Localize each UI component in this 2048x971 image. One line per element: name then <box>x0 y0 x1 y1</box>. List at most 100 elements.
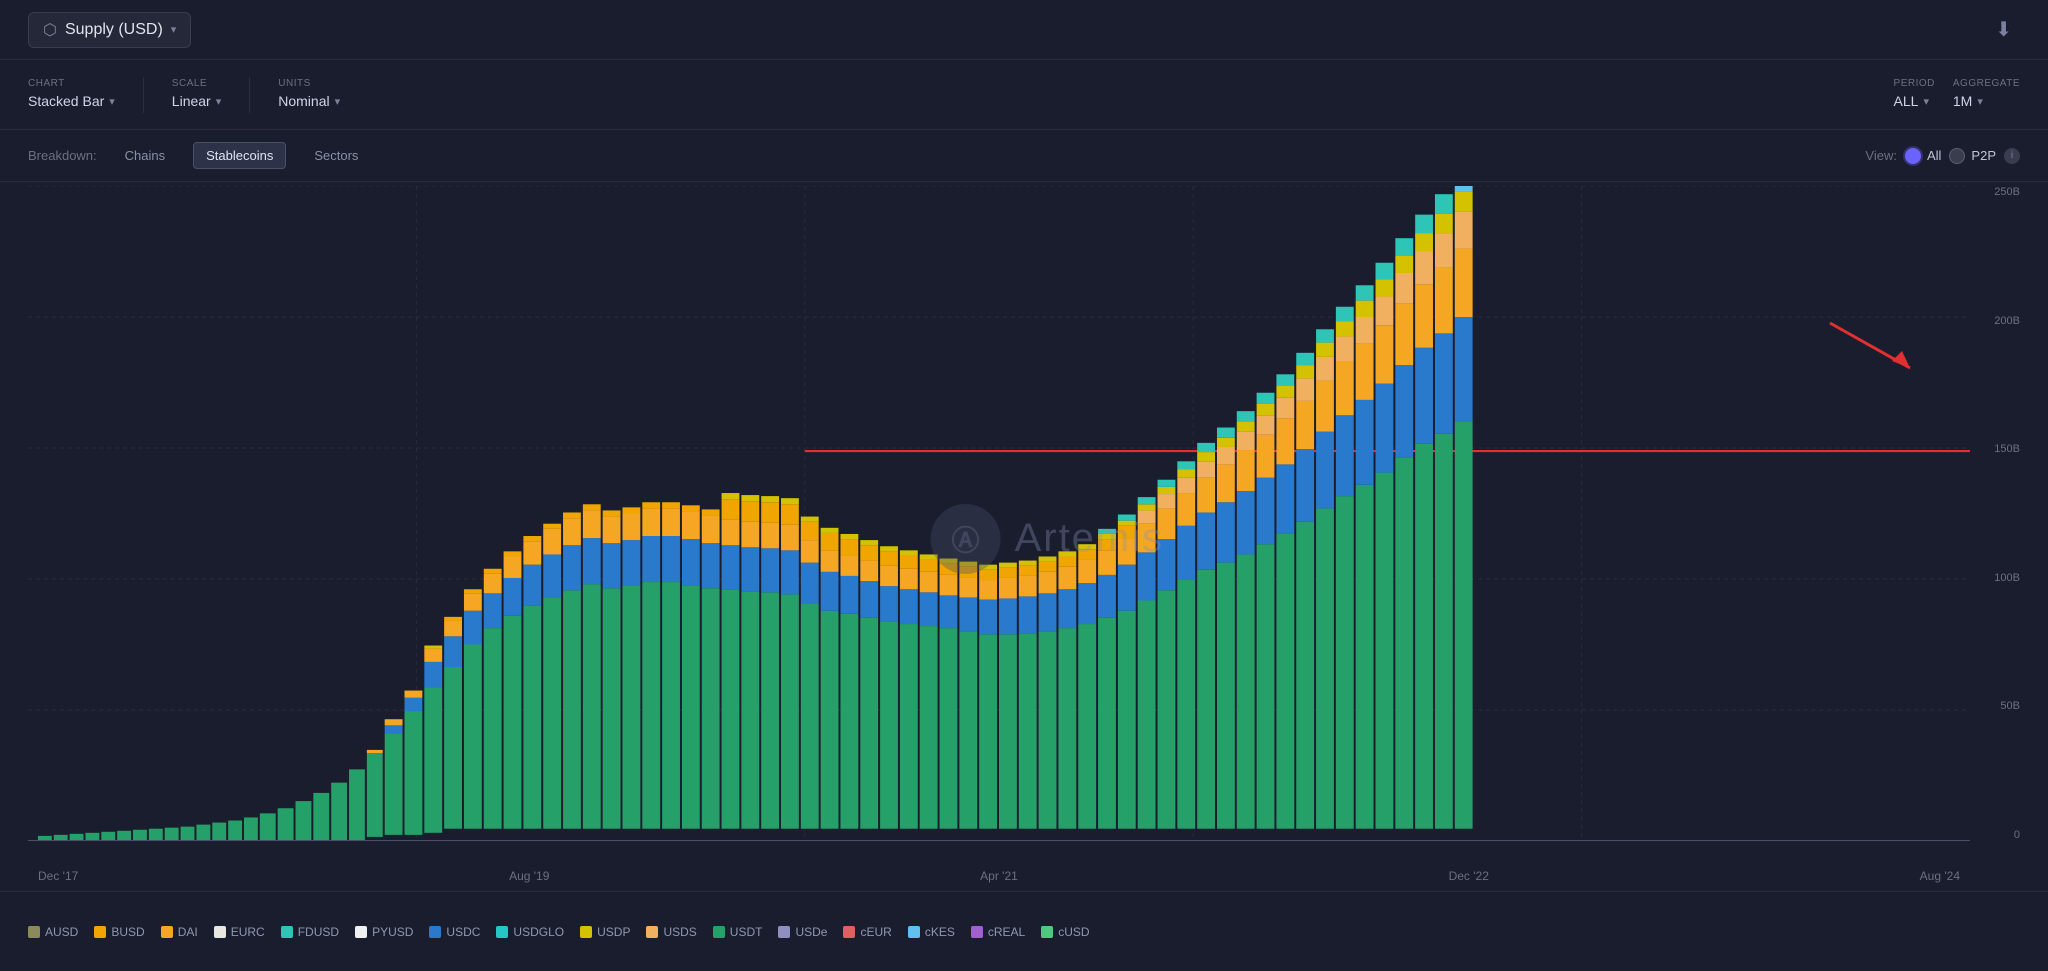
legend-bar: AUSD BUSD DAI EURC FDUSD PYUSD USDC USDG… <box>0 891 2048 971</box>
period-label: PERIOD <box>1894 78 1935 89</box>
view-section: View: All P2P i <box>1865 148 2020 164</box>
scale-control: SCALE Linear ▾ <box>172 78 221 111</box>
legend-dot-usdglo <box>496 926 508 938</box>
legend-item-pyusd: PYUSD <box>355 925 413 939</box>
left-controls: CHART Stacked Bar ▾ SCALE Linear ▾ UNITS… <box>28 77 340 113</box>
legend-label-cusd: cUSD <box>1058 925 1089 939</box>
right-controls: PERIOD ALL ▾ AGGREGATE 1M ▾ <box>1894 78 2020 111</box>
legend-label-pyusd: PYUSD <box>372 925 413 939</box>
legend-dot-busd <box>94 926 106 938</box>
chart-area: Ⓐ Artemis <box>0 186 2048 891</box>
units-label: UNITS <box>278 78 340 89</box>
x-axis: Dec '17 Aug '19 Apr '21 Dec '22 Aug '24 <box>28 869 1970 883</box>
view-label: View: <box>1865 148 1897 163</box>
legend-item-fdusd: FDUSD <box>281 925 339 939</box>
legend-item-dai: DAI <box>161 925 198 939</box>
legend-label-fdusd: FDUSD <box>298 925 339 939</box>
breakdown-left: Breakdown: Chains Stablecoins Sectors <box>28 142 370 169</box>
scale-select-button[interactable]: Linear ▾ <box>172 91 221 111</box>
legend-item-ckes: cKES <box>908 925 955 939</box>
chart-inner <box>28 186 1970 841</box>
legend-dot-eurc <box>214 926 226 938</box>
view-all-radio-dot <box>1905 148 1921 164</box>
x-label-dec22: Dec '22 <box>1449 869 1489 883</box>
legend-item-ceur: cEUR <box>843 925 891 939</box>
legend-label-eurc: EURC <box>231 925 265 939</box>
divider-1 <box>143 77 144 113</box>
aggregate-select-button[interactable]: 1M ▾ <box>1953 91 2020 111</box>
chart-svg <box>28 186 1970 841</box>
aggregate-chevron-icon: ▾ <box>1977 95 1983 108</box>
legend-dot-usdt <box>713 926 725 938</box>
legend-label-busd: BUSD <box>111 925 144 939</box>
legend-dot-usde <box>778 926 790 938</box>
breakdown-sectors-button[interactable]: Sectors <box>302 143 370 168</box>
view-p2p-radio[interactable]: P2P <box>1949 148 1996 164</box>
p2p-info-icon[interactable]: i <box>2004 148 2020 164</box>
view-p2p-radio-dot <box>1949 148 1965 164</box>
y-label-250b: 250B <box>1994 186 2020 198</box>
legend-dot-usdc <box>429 926 441 938</box>
x-label-apr21: Apr '21 <box>980 869 1018 883</box>
y-label-100b: 100B <box>1994 572 2020 584</box>
legend-label-usdglo: USDGLO <box>513 925 564 939</box>
legend-label-dai: DAI <box>178 925 198 939</box>
view-all-radio[interactable]: All <box>1905 148 1941 164</box>
controls-bar: CHART Stacked Bar ▾ SCALE Linear ▾ UNITS… <box>0 60 2048 130</box>
download-icon: ⬇ <box>1995 19 2012 41</box>
title-section: ⬡ Supply (USD) ▾ <box>28 12 191 48</box>
period-chevron-icon: ▾ <box>1923 95 1929 108</box>
units-control: UNITS Nominal ▾ <box>278 78 340 111</box>
aggregate-control: AGGREGATE 1M ▾ <box>1953 78 2020 111</box>
legend-dot-cusd <box>1041 926 1053 938</box>
legend-item-usde: USDe <box>778 925 827 939</box>
legend-label-usdt: USDT <box>730 925 763 939</box>
scale-chevron-icon: ▾ <box>216 95 222 108</box>
legend-item-creal: cREAL <box>971 925 1025 939</box>
breakdown-stablecoins-button[interactable]: Stablecoins <box>193 142 286 169</box>
legend-label-usde: USDe <box>795 925 827 939</box>
x-label-aug19: Aug '19 <box>509 869 549 883</box>
legend-dot-dai <box>161 926 173 938</box>
chart-control: CHART Stacked Bar ▾ <box>28 78 115 111</box>
legend-label-usdc: USDC <box>446 925 480 939</box>
breakdown-chains-button[interactable]: Chains <box>113 143 177 168</box>
chart-chevron-icon: ▾ <box>109 95 115 108</box>
legend-label-usds: USDS <box>663 925 696 939</box>
units-select-button[interactable]: Nominal ▾ <box>278 91 340 111</box>
view-p2p-text: P2P <box>1971 148 1996 163</box>
legend-label-creal: cREAL <box>988 925 1025 939</box>
legend-item-busd: BUSD <box>94 925 144 939</box>
legend-item-cusd: cUSD <box>1041 925 1089 939</box>
chart-select-button[interactable]: Stacked Bar ▾ <box>28 91 115 111</box>
download-button[interactable]: ⬇ <box>1987 13 2020 46</box>
legend-label-ausd: AUSD <box>45 925 78 939</box>
aggregate-value: 1M <box>1953 93 1972 109</box>
title-chevron-icon: ▾ <box>171 23 177 36</box>
y-label-50b: 50B <box>2000 700 2020 712</box>
period-control: PERIOD ALL ▾ <box>1894 78 1935 111</box>
scale-label: SCALE <box>172 78 221 89</box>
legend-item-eurc: EURC <box>214 925 265 939</box>
title-button[interactable]: ⬡ Supply (USD) ▾ <box>28 12 191 48</box>
legend-item-usdt: USDT <box>713 925 763 939</box>
chart-label: CHART <box>28 78 115 89</box>
legend-dot-usdp <box>580 926 592 938</box>
legend-dot-ceur <box>843 926 855 938</box>
view-all-text: All <box>1927 148 1941 163</box>
header-bar: ⬡ Supply (USD) ▾ ⬇ <box>0 0 2048 60</box>
period-value: ALL <box>1894 93 1919 109</box>
legend-dot-ckes <box>908 926 920 938</box>
period-select-button[interactable]: ALL ▾ <box>1894 91 1935 111</box>
chart-container: Ⓐ Artemis <box>28 186 2020 891</box>
scale-value: Linear <box>172 93 211 109</box>
legend-label-ckes: cKES <box>925 925 955 939</box>
legend-item-usdp: USDP <box>580 925 630 939</box>
breakdown-bar: Breakdown: Chains Stablecoins Sectors Vi… <box>0 130 2048 182</box>
units-chevron-icon: ▾ <box>335 95 341 108</box>
y-axis: 250B 200B 150B 100B 50B 0 <box>1970 186 2020 841</box>
legend-dot-fdusd <box>281 926 293 938</box>
page-title: Supply (USD) <box>65 21 163 39</box>
y-label-200b: 200B <box>1994 315 2020 327</box>
breakdown-label: Breakdown: <box>28 148 97 163</box>
